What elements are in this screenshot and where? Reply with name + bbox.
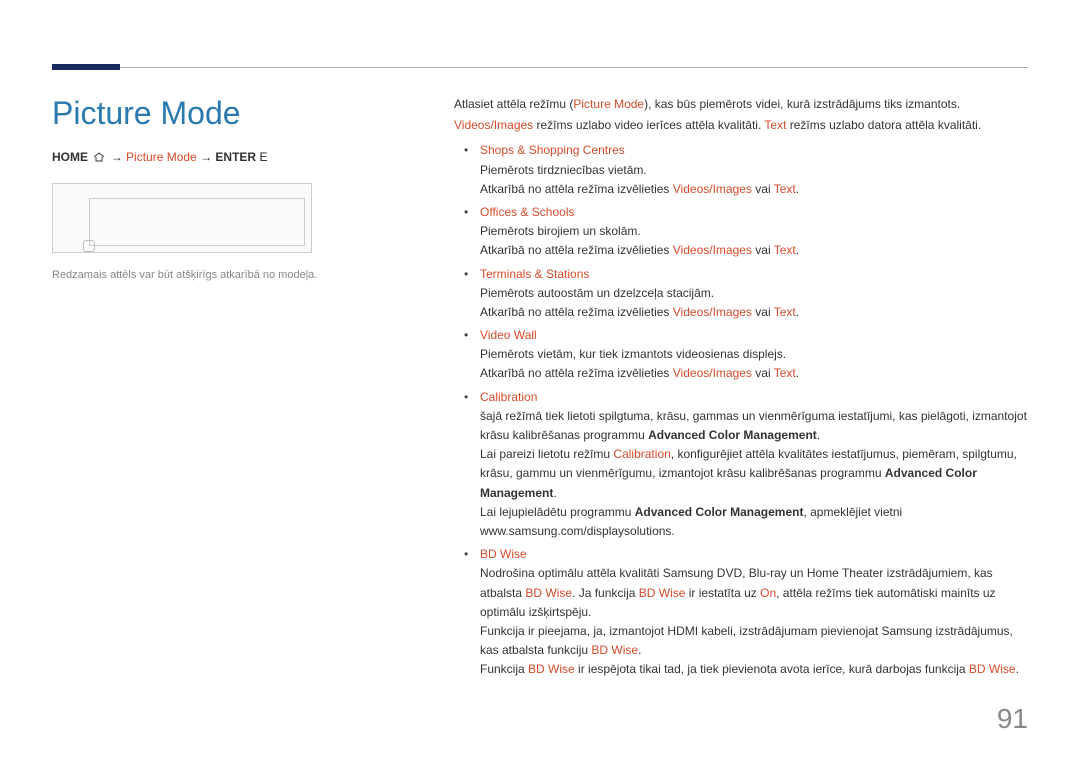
item-sub-2: Funkcija BD Wise ir iespējota tikai tad,… xyxy=(480,660,1028,679)
intro-line-2: Videos/Images režīms uzlabo video ierīce… xyxy=(454,116,1028,135)
item-sub-2: Lai lejupielādētu programmu Advanced Col… xyxy=(480,503,1028,541)
item-note: Atkarībā no attēla režīma izvēlieties Vi… xyxy=(480,364,1028,383)
item-sub-1: Funkcija ir pieejama, ja, izmantojot HDM… xyxy=(480,622,1028,660)
item-title: Shops & Shopping Centres xyxy=(480,141,1028,160)
item-sub-1: Lai pareizi lietotu režīmu Calibration, … xyxy=(480,445,1028,503)
illustration-caption: Redzamais attēls var būt atšķirīgs atkar… xyxy=(52,269,402,281)
header-accent-bar xyxy=(52,64,120,70)
item-desc: Piemērots autoostām un dzelzceļa stacijā… xyxy=(480,284,1028,303)
list-item-terminals: Terminals & Stations Piemērots autoostām… xyxy=(454,265,1028,323)
page-number: 91 xyxy=(997,703,1028,735)
device-illustration xyxy=(52,183,312,253)
item-note: Atkarībā no attēla režīma izvēlieties Vi… xyxy=(480,241,1028,260)
right-column: Atlasiet attēla režīmu (Picture Mode), k… xyxy=(454,95,1028,683)
breadcrumb-path: HOME → Picture Mode → ENTER E xyxy=(52,150,402,165)
path-home: HOME xyxy=(52,150,88,164)
item-desc: Piemērots tirdzniecības vietām. xyxy=(480,161,1028,180)
list-item-bdwise: BD Wise Nodrošina optimālu attēla kvalit… xyxy=(454,545,1028,679)
item-desc: Piemērots vietām, kur tiek izmantots vid… xyxy=(480,345,1028,364)
path-arrow-2: → xyxy=(200,150,212,164)
page-title: Picture Mode xyxy=(52,95,402,132)
item-note: Atkarībā no attēla režīma izvēlieties Vi… xyxy=(480,180,1028,199)
mode-list: Shops & Shopping Centres Piemērots tirdz… xyxy=(454,141,1028,679)
list-item-videowall: Video Wall Piemērots vietām, kur tiek iz… xyxy=(454,326,1028,384)
path-picture-mode: Picture Mode xyxy=(126,150,197,164)
left-column: Picture Mode HOME → Picture Mode → ENTER… xyxy=(52,95,402,281)
item-title: Video Wall xyxy=(480,326,1028,345)
home-icon xyxy=(93,151,105,165)
item-note: Atkarībā no attēla režīma izvēlieties Vi… xyxy=(480,303,1028,322)
item-title: BD Wise xyxy=(480,545,1028,564)
list-item-calibration: Calibration šajā režīmā tiek lietoti spi… xyxy=(454,388,1028,542)
item-desc: Nodrošina optimālu attēla kvalitāti Sams… xyxy=(480,564,1028,622)
path-enter-key: E xyxy=(259,150,267,164)
list-item-offices: Offices & Schools Piemērots birojiem un … xyxy=(454,203,1028,261)
list-item-shops: Shops & Shopping Centres Piemērots tirdz… xyxy=(454,141,1028,199)
item-title: Calibration xyxy=(480,388,1028,407)
path-enter: ENTER xyxy=(215,150,256,164)
intro-line-1: Atlasiet attēla režīmu (Picture Mode), k… xyxy=(454,95,1028,114)
path-arrow-1: → xyxy=(111,150,123,164)
item-desc: Piemērots birojiem un skolām. xyxy=(480,222,1028,241)
item-title: Offices & Schools xyxy=(480,203,1028,222)
item-desc: šajā režīmā tiek lietoti spilgtuma, krās… xyxy=(480,407,1028,445)
item-title: Terminals & Stations xyxy=(480,265,1028,284)
header-rule xyxy=(120,67,1028,68)
